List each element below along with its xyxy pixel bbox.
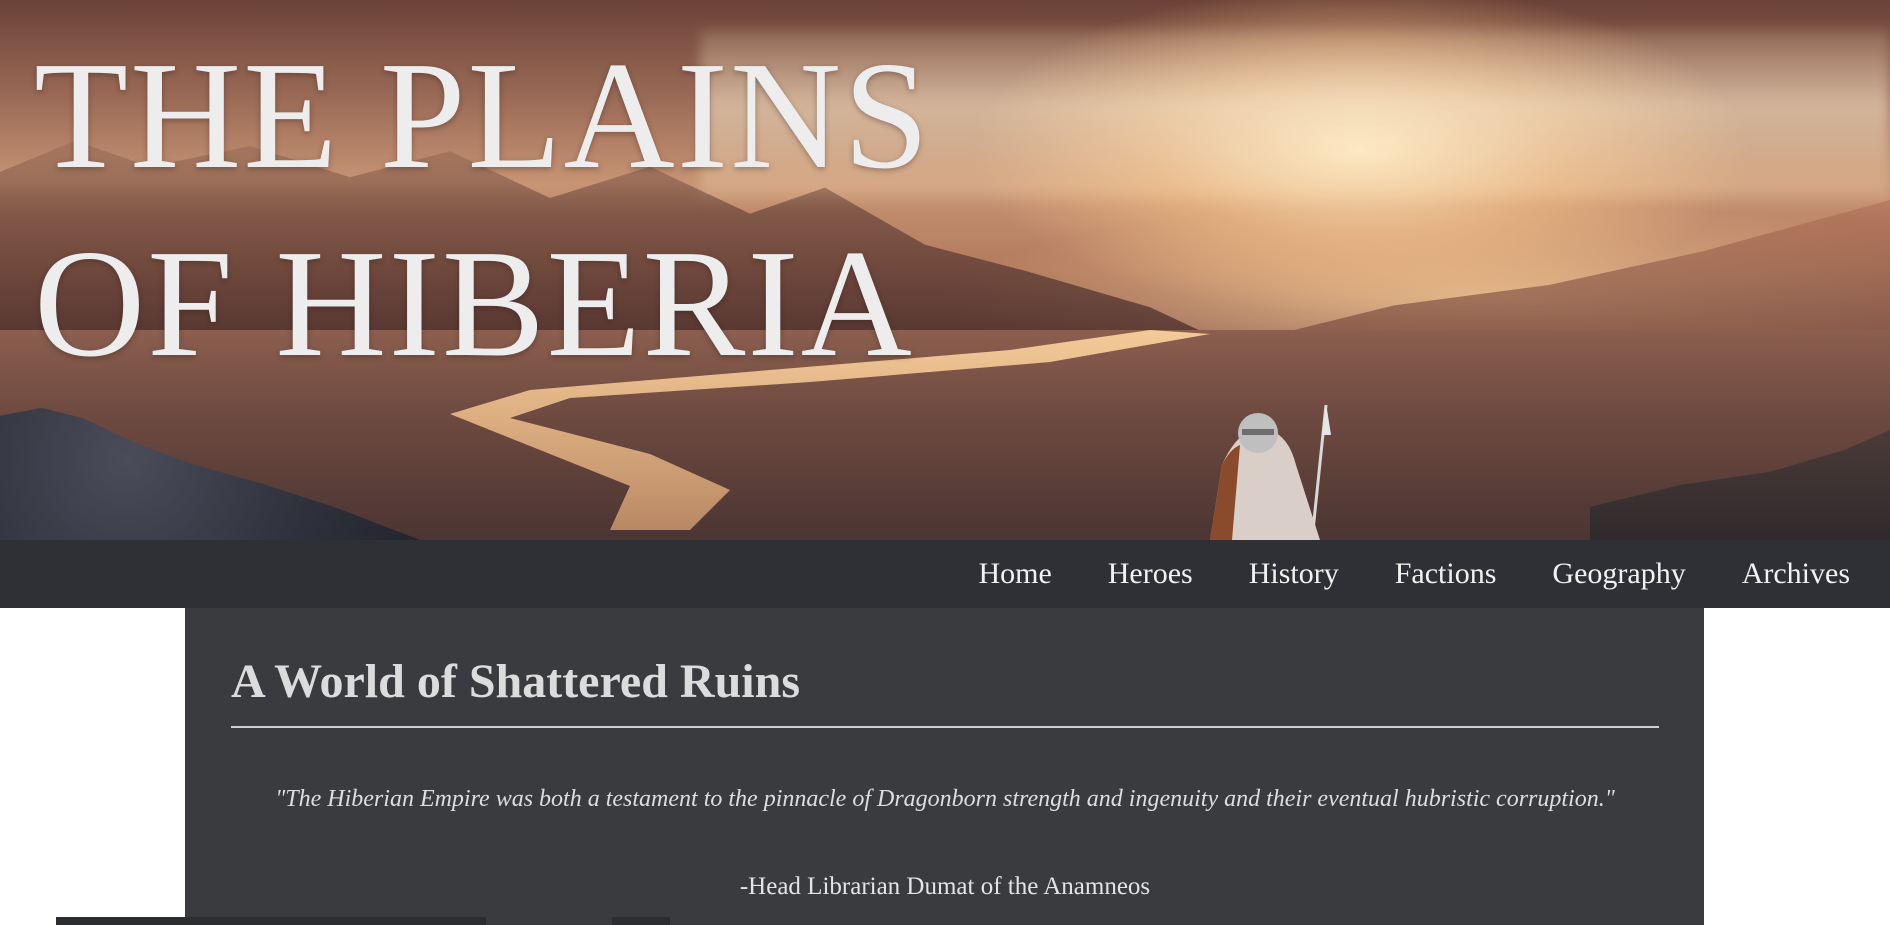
nav-item-geography[interactable]: Geography bbox=[1552, 557, 1685, 591]
warrior-figure-illustration bbox=[1210, 405, 1331, 540]
lore-quote: "The Hiberian Empire was both a testamen… bbox=[275, 786, 1615, 812]
nav-item-heroes[interactable]: Heroes bbox=[1108, 557, 1193, 591]
site-title-line-1: THE PLAINS bbox=[34, 31, 931, 201]
hero-banner: THE PLAINS OF HIBERIA bbox=[0, 0, 1890, 540]
footer-strip bbox=[56, 917, 486, 925]
site-title-line-2: OF HIBERIA bbox=[34, 219, 914, 389]
site-title: THE PLAINS OF HIBERIA bbox=[34, 22, 931, 398]
footer-strip-small bbox=[612, 917, 670, 925]
nav-item-factions[interactable]: Factions bbox=[1395, 557, 1497, 591]
quote-attribution: -Head Librarian Dumat of the Anamneos bbox=[739, 873, 1151, 900]
nav-item-archives[interactable]: Archives bbox=[1742, 557, 1850, 591]
heading-divider bbox=[231, 726, 1659, 728]
nav-item-home[interactable]: Home bbox=[978, 557, 1051, 591]
page-heading: A World of Shattered Ruins bbox=[231, 655, 800, 708]
main-navigation: Home Heroes History Factions Geography A… bbox=[0, 540, 1890, 608]
nav-list: Home Heroes History Factions Geography A… bbox=[922, 540, 1850, 608]
nav-item-history[interactable]: History bbox=[1249, 557, 1339, 591]
main-content: A World of Shattered Ruins "The Hiberian… bbox=[185, 608, 1704, 925]
